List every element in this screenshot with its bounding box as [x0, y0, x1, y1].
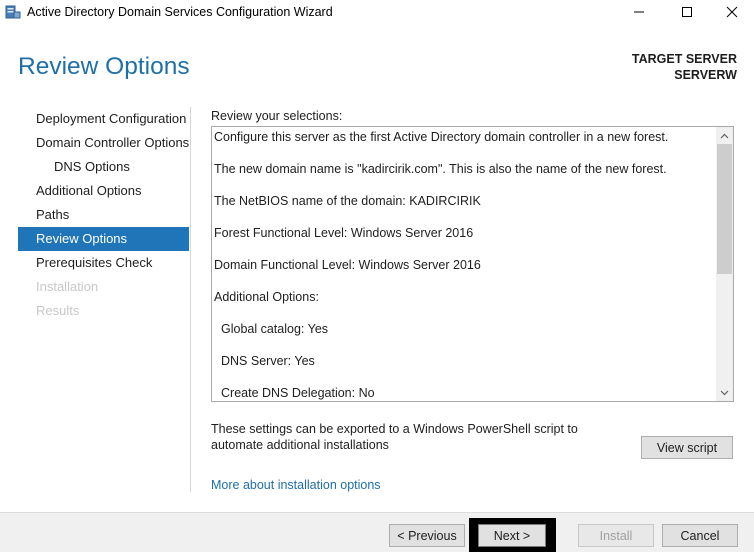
chevron-down-icon: [720, 390, 729, 395]
minimize-icon: [634, 11, 644, 13]
export-description: These settings can be exported to a Wind…: [211, 422, 578, 452]
review-line: Domain Functional Level: Windows Server …: [214, 258, 481, 272]
chevron-up-icon: [720, 133, 729, 138]
scroll-up-button[interactable]: [716, 127, 733, 144]
vertical-scrollbar[interactable]: [716, 127, 733, 401]
nav-item-dns-options[interactable]: DNS Options: [18, 155, 189, 179]
review-line: The new domain name is "kadircirik.com".…: [214, 162, 667, 176]
more-about-installation-link[interactable]: More about installation options: [211, 478, 381, 492]
nav-item-installation: Installation: [36, 279, 99, 294]
minimize-button[interactable]: [616, 0, 662, 24]
nav-item-results: Results: [36, 303, 80, 318]
review-line: DNS Server: Yes: [221, 354, 315, 368]
review-line: Configure this server as the first Activ…: [214, 130, 669, 144]
maximize-icon: [682, 7, 692, 17]
cancel-button[interactable]: Cancel: [662, 524, 738, 547]
next-button-highlight: Next >: [469, 518, 556, 552]
nav-item-additional-options[interactable]: Additional Options: [18, 179, 189, 203]
review-line: Create DNS Delegation: No: [221, 386, 375, 400]
review-line: Additional Options:: [214, 290, 319, 304]
ad-server-icon: [5, 4, 21, 20]
nav-item-review-options[interactable]: Review Options: [18, 227, 189, 251]
close-button[interactable]: [709, 0, 754, 24]
target-server-block: TARGET SERVER SERVERW: [632, 51, 737, 83]
review-line: Forest Functional Level: Windows Server …: [214, 226, 474, 240]
previous-button[interactable]: < Previous: [389, 524, 465, 547]
nav-item-prerequisites-check[interactable]: Prerequisites Check: [18, 251, 189, 275]
target-server-name: SERVERW: [674, 68, 737, 82]
review-line: The NetBIOS name of the domain: KADIRCIR…: [214, 194, 481, 208]
nav-divider: [190, 107, 191, 492]
window-title: Active Directory Domain Services Configu…: [27, 5, 333, 19]
nav-item-domain-controller-options[interactable]: Domain Controller Options: [18, 131, 189, 155]
review-textbox[interactable]: Configure this server as the first Activ…: [211, 126, 734, 402]
review-label: Review your selections:: [211, 109, 343, 123]
scroll-thumb[interactable]: [717, 144, 732, 274]
review-line: Global catalog: Yes: [221, 322, 329, 336]
review-content: Configure this server as the first Activ…: [212, 127, 716, 401]
nav-item-deployment-configuration[interactable]: Deployment Configuration: [18, 107, 189, 131]
view-script-button[interactable]: View script: [641, 436, 733, 459]
nav-item-paths[interactable]: Paths: [18, 203, 189, 227]
wizard-nav: Deployment Configuration Domain Controll…: [18, 107, 189, 323]
scroll-down-button[interactable]: [716, 384, 733, 401]
install-button: Install: [578, 524, 654, 547]
next-button[interactable]: Next >: [478, 524, 546, 547]
target-server-label: TARGET SERVER: [631, 52, 737, 66]
close-icon: [726, 6, 738, 18]
maximize-button[interactable]: [664, 0, 710, 24]
page-title: Review Options: [18, 53, 190, 80]
title-bar: Active Directory Domain Services Configu…: [0, 0, 754, 27]
footer-bar: < Previous Next > Install Cancel: [0, 512, 754, 552]
